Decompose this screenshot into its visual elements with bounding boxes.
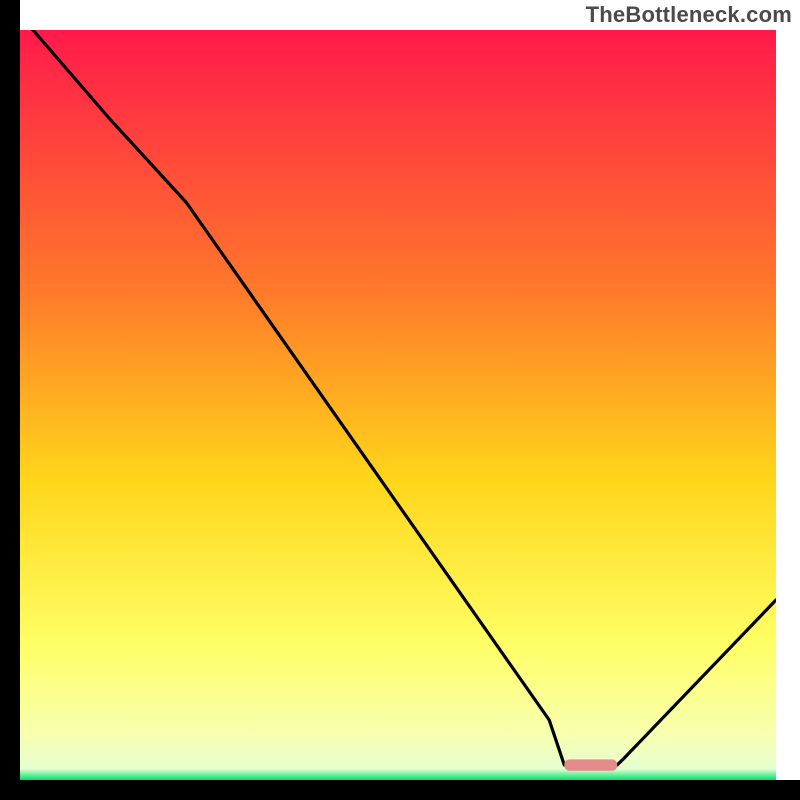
chart-svg (0, 0, 800, 800)
y-axis (0, 0, 20, 800)
watermark-text: TheBottleneck.com (586, 2, 792, 28)
optimal-range-marker (564, 759, 617, 770)
x-axis (0, 780, 800, 800)
chart-container: TheBottleneck.com (0, 0, 800, 800)
